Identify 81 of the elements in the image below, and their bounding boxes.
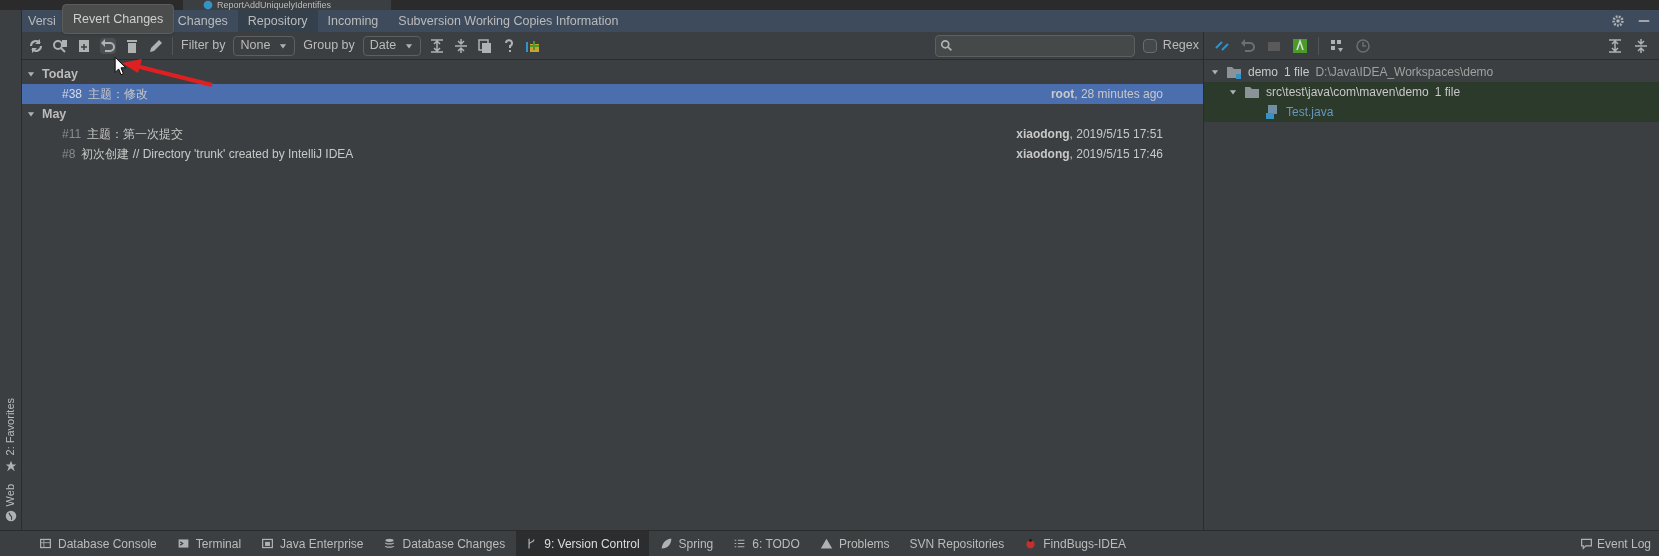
commit-row[interactable]: #11 主题：第一次提交 xiaodong, 2019/5/15 17:51 <box>22 124 1203 144</box>
terminal-icon <box>176 537 190 550</box>
spreadsheet-icon[interactable] <box>1292 37 1308 54</box>
module-folder-icon <box>1226 64 1242 80</box>
database-icon <box>383 537 397 550</box>
combo-label: Filter by <box>181 37 226 55</box>
java-file-icon <box>1264 104 1280 120</box>
event-log-button[interactable]: Event Log <box>1579 534 1651 553</box>
tooltip: Revert Changes <box>62 4 175 34</box>
search-icon <box>939 38 954 53</box>
commit-row[interactable]: #8 初次创建 // Directory 'trunk' created by IntelliJ IDEA xiaodong, 2019/5/15 17:46 <box>22 144 1203 164</box>
tool-window-tab[interactable]: 9: Version Control <box>516 531 649 556</box>
dropdown[interactable]: Date <box>362 35 422 56</box>
search-field[interactable] <box>934 34 1135 57</box>
commit-meta: root, 28 minutes ago <box>1050 86 1163 103</box>
list-icon <box>733 537 747 550</box>
group-icon[interactable] <box>1329 37 1345 54</box>
tool-tab[interactable]: Versi <box>22 10 58 32</box>
tree-row[interactable]: demo 1 file D:\Java\IDEA_Workspaces\demo <box>1204 62 1659 82</box>
undo-icon[interactable] <box>100 37 116 54</box>
folder-icon <box>1244 84 1260 100</box>
tool-window-tab[interactable]: Problems <box>810 531 899 556</box>
collapse-all-icon[interactable] <box>1633 37 1649 54</box>
refresh-icon[interactable] <box>28 37 44 54</box>
tool-tab[interactable]: Incoming <box>317 10 389 32</box>
node-name: src\test\java\com\maven\demo <box>1266 84 1429 101</box>
tool-window-tab[interactable]: SVN Repositories <box>900 531 1014 556</box>
tool-tab[interactable]: Subversion Working Copies Information <box>388 10 629 32</box>
group-header[interactable]: Today <box>22 64 1203 84</box>
star-icon <box>4 459 17 472</box>
file-count: 1 file <box>1284 64 1310 81</box>
dropdown[interactable]: None <box>233 35 296 56</box>
settings-icon[interactable] <box>1611 14 1625 28</box>
node-name: Test.java <box>1286 104 1334 121</box>
combo-label: Group by <box>303 37 355 55</box>
group-header[interactable]: May <box>22 104 1203 124</box>
leaf-icon <box>659 537 673 550</box>
speech-bubble-icon <box>1579 537 1593 550</box>
bug-icon <box>1024 537 1038 550</box>
tree-row[interactable]: src\test\java\com\maven\demo 1 file <box>1204 82 1659 102</box>
window-icon <box>261 537 275 550</box>
class-icon <box>203 0 213 10</box>
tool-window-tab[interactable]: 6: TODO <box>724 531 809 556</box>
regex-label: Regex <box>1162 37 1199 55</box>
revision-number: #38 <box>62 86 83 103</box>
expand-all-icon[interactable] <box>429 37 446 54</box>
document-plus-icon[interactable] <box>76 37 92 54</box>
tool-window-tab[interactable]: Java Enterprise <box>252 531 373 556</box>
table-icon <box>39 537 52 550</box>
tool-window-tab[interactable]: Database Console <box>30 531 166 556</box>
node-name: demo <box>1248 64 1279 81</box>
pencil-icon[interactable] <box>148 37 164 54</box>
file-count: 1 file <box>1434 84 1461 101</box>
copy-icon[interactable] <box>477 37 494 54</box>
tool-window-tab[interactable]: Terminal <box>167 531 251 556</box>
collapse-all-icon[interactable] <box>453 37 470 54</box>
search-details-icon[interactable] <box>52 37 68 54</box>
commit-meta: xiaodong, 2019/5/15 17:46 <box>1016 146 1163 163</box>
expand-arrow-icon <box>26 109 36 119</box>
mouse-cursor-icon <box>114 56 128 76</box>
revision-number: #11 <box>62 126 82 143</box>
revision-number: #8 <box>62 146 76 163</box>
regex-checkbox[interactable] <box>1142 38 1157 53</box>
tree-row[interactable]: Test.java <box>1204 102 1659 122</box>
expand-all-icon[interactable] <box>1607 37 1623 54</box>
commit-row[interactable]: #38 主题：修改 root, 28 minutes ago <box>22 84 1203 104</box>
node-path: D:\Java\IDEA_Workspaces\demo <box>1315 64 1494 81</box>
side-tab[interactable]: Web <box>2 483 19 522</box>
globe-icon <box>4 510 17 522</box>
commit-message: 主题：修改 <box>88 86 150 103</box>
tool-window-tab[interactable]: Database Changes <box>374 531 515 556</box>
tool-window-tab[interactable]: FindBugs-IDEA <box>1015 531 1135 556</box>
commit-message: 初次创建 // Directory 'trunk' created by IntelliJ IDEA <box>81 146 355 163</box>
side-tab[interactable]: 2: Favorites <box>2 398 19 472</box>
warning-icon <box>819 537 833 550</box>
tool-window-tab[interactable]: Spring <box>650 531 723 556</box>
tool-tab[interactable]: Repository <box>237 10 318 32</box>
trash-icon[interactable] <box>124 37 140 54</box>
expand-arrow-icon <box>26 69 36 79</box>
commit-message: 主题：第一次提交 <box>87 126 185 143</box>
commit-meta: xiaodong, 2019/5/15 17:51 <box>1016 126 1163 143</box>
